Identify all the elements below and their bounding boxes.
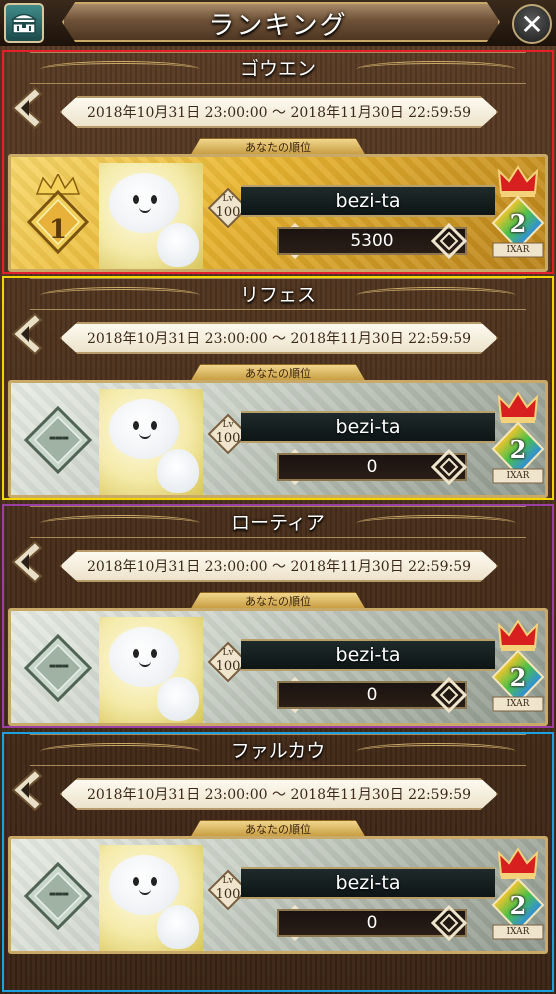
section-title: ローティア: [231, 512, 325, 534]
section-title: ファルカウ: [230, 740, 326, 762]
player-name: bezi-ta: [335, 872, 401, 894]
period-text: 2018年10月31日 23:00:00 ～ 2018年11月30日 22:59…: [86, 559, 472, 575]
crown-text: IXAR: [506, 699, 530, 709]
rank-number: 1: [48, 215, 68, 245]
section-title: ゴウエン: [239, 58, 316, 80]
chevron-left-icon: [11, 540, 43, 584]
player-card[interactable]: --- Lv 100 bezi-ta 0 2 IXAR: [8, 836, 548, 954]
player-name: bezi-ta: [335, 644, 401, 666]
score-value: 0: [366, 913, 378, 933]
chevron-left-icon: [11, 86, 43, 130]
period-plate: 2018年10月31日 23:00:00 ～ 2018年11月30日 22:59…: [60, 96, 498, 128]
score-value: 5300: [350, 231, 394, 251]
treasure-chest-icon: [10, 13, 38, 34]
close-button[interactable]: ✕: [512, 4, 552, 44]
page-title: ランキング: [208, 11, 348, 41]
player-name-plate: bezi-ta: [241, 411, 495, 443]
rank-badge: ---: [23, 633, 93, 703]
ranking-section: リフェス 2018年10月31日 23:00:00 ～ 2018年11月30日 …: [0, 274, 556, 501]
crown-rank-badge: 2 IXAR: [489, 165, 545, 265]
period-plate: 2018年10月31日 23:00:00 ～ 2018年11月30日 22:59…: [60, 550, 498, 582]
prev-arrow-button[interactable]: [6, 538, 48, 586]
period-plate: 2018年10月31日 23:00:00 ～ 2018年11月30日 22:59…: [60, 322, 498, 354]
section-title: リフェス: [239, 284, 316, 306]
ranking-section: ファルカウ 2018年10月31日 23:00:00 ～ 2018年11月30日…: [0, 730, 556, 992]
crown-rank-number: 2: [509, 435, 527, 464]
player-name-plate: bezi-ta: [241, 867, 495, 899]
period-plate: 2018年10月31日 23:00:00 ～ 2018年11月30日 22:59…: [60, 778, 498, 810]
rank-label: あなたの順位: [245, 823, 311, 836]
prev-arrow-button[interactable]: [6, 310, 48, 358]
period-text: 2018年10月31日 23:00:00 ～ 2018年11月30日 22:59…: [86, 787, 472, 803]
player-name-plate: bezi-ta: [241, 185, 495, 217]
ranking-section: ローティア 2018年10月31日 23:00:00 ～ 2018年11月30日…: [0, 502, 556, 729]
ranking-screen: ランキング ✕ ゴウエン 2018年10月31日 23:00:00 ～ 2018…: [0, 0, 556, 994]
player-card[interactable]: 1 Lv 100 bezi-ta 5300 2 IXAR: [8, 154, 548, 272]
crown-rank-number: 2: [509, 891, 527, 920]
knot-ornament-icon: [431, 223, 467, 259]
crown-rank-badge: 2 IXAR: [489, 619, 545, 719]
rank-badge: ---: [23, 861, 93, 931]
crown-rank-badge: 2 IXAR: [489, 847, 545, 947]
avatar: [99, 389, 203, 495]
rank-number: ---: [48, 653, 70, 677]
knot-ornament-icon: [431, 677, 467, 713]
period-text: 2018年10月31日 23:00:00 ～ 2018年11月30日 22:59…: [86, 331, 472, 347]
rank-badge: 1: [23, 174, 93, 254]
score-value: 0: [366, 457, 378, 477]
chevron-left-icon: [11, 312, 43, 356]
header-bar: ランキング ✕: [0, 0, 556, 46]
menu-button[interactable]: [4, 3, 44, 43]
score-value: 0: [366, 685, 378, 705]
crown-rank-number: 2: [509, 209, 527, 238]
avatar: [99, 617, 203, 723]
rank-number: ---: [48, 881, 70, 905]
chevron-left-icon: [11, 768, 43, 812]
period-text: 2018年10月31日 23:00:00 ～ 2018年11月30日 22:59…: [86, 105, 472, 121]
player-name-plate: bezi-ta: [241, 639, 495, 671]
crown-text: IXAR: [506, 927, 530, 937]
knot-ornament-icon: [431, 905, 467, 941]
player-card[interactable]: --- Lv 100 bezi-ta 0 2 IXAR: [8, 380, 548, 498]
rank-number: ---: [48, 425, 70, 449]
prev-arrow-button[interactable]: [6, 84, 48, 132]
player-name: bezi-ta: [335, 416, 401, 438]
crown-text: IXAR: [506, 471, 530, 481]
rank-label: あなたの順位: [245, 595, 311, 608]
rank-label: あなたの順位: [245, 367, 311, 380]
rank-label: あなたの順位: [245, 141, 311, 154]
knot-ornament-icon: [431, 449, 467, 485]
crown-text: IXAR: [506, 245, 530, 255]
rank-badge: ---: [23, 405, 93, 475]
prev-arrow-button[interactable]: [6, 766, 48, 814]
crown-rank-badge: 2 IXAR: [489, 391, 545, 491]
ranking-section: ゴウエン 2018年10月31日 23:00:00 ～ 2018年11月30日 …: [0, 48, 556, 275]
crown-rank-number: 2: [509, 663, 527, 692]
avatar: [99, 163, 203, 269]
avatar: [99, 845, 203, 951]
player-name: bezi-ta: [335, 190, 401, 212]
player-card[interactable]: --- Lv 100 bezi-ta 0 2 IXAR: [8, 608, 548, 726]
close-icon: ✕: [520, 7, 544, 41]
